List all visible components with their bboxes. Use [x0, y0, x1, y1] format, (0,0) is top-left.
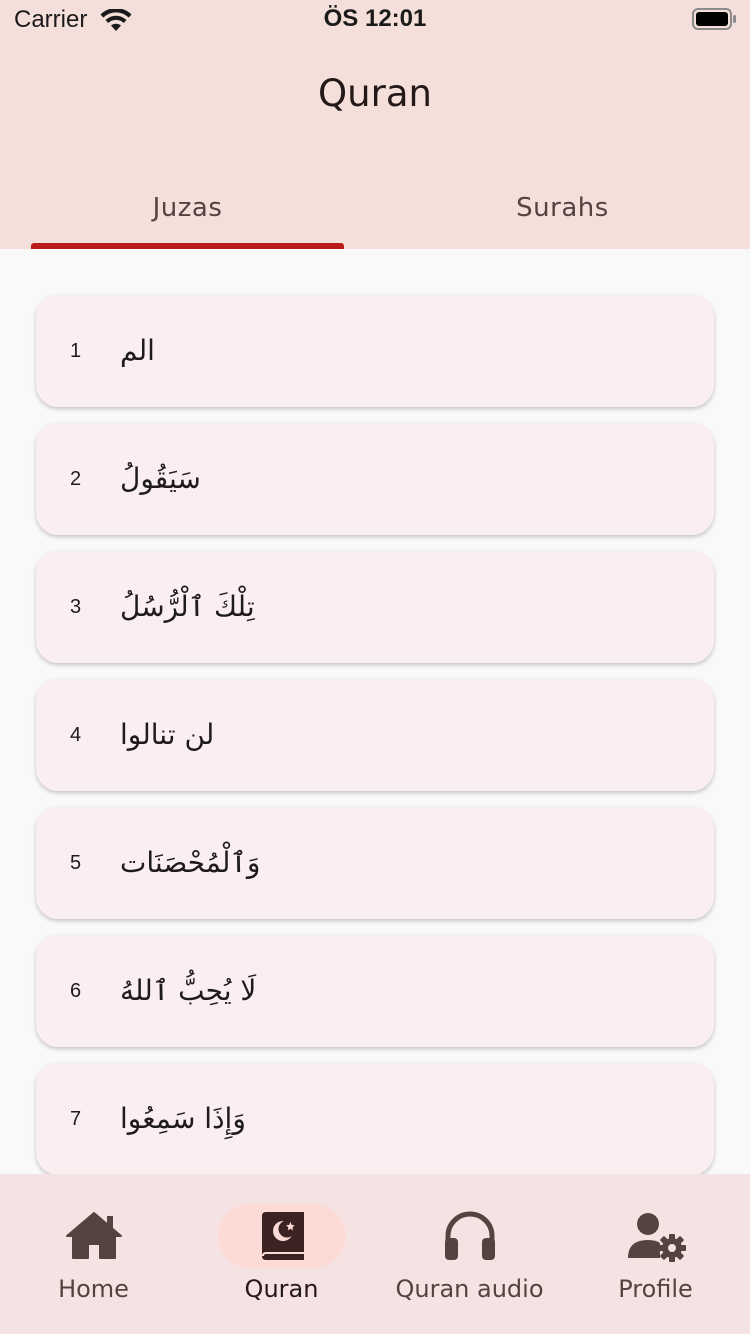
juz-number: 7: [70, 1108, 82, 1130]
nav-item-profile[interactable]: Profile: [562, 1174, 749, 1334]
juz-card-7[interactable]: 7 وَإِذَا سَمِعُوا: [36, 1063, 714, 1174]
juz-card-6[interactable]: 6 لَا يُحِبُّ ٱللهُ: [36, 935, 714, 1047]
juz-name: سَيَقُولُ: [120, 462, 201, 495]
juz-card-5[interactable]: 5 وَٱلْمُحْصَنَات: [36, 807, 714, 919]
juz-number: 4: [70, 724, 82, 746]
nav-item-home[interactable]: Home: [0, 1174, 187, 1334]
tab-bar: Juzas Surahs: [0, 175, 750, 249]
juz-name: لَا يُحِبُّ ٱللهُ: [120, 974, 257, 1007]
juz-card-4[interactable]: 4 لن تنالوا: [36, 679, 714, 791]
juz-number: 3: [70, 596, 82, 618]
juz-card-1[interactable]: 1 الم: [36, 295, 714, 407]
tab-juzas-label: Juzas: [152, 193, 223, 223]
juz-name: لن تنالوا: [120, 718, 215, 751]
juz-name: وَإِذَا سَمِعُوا: [120, 1102, 246, 1135]
headphones-icon: [445, 1211, 495, 1260]
juz-list[interactable]: 1 الم 2 سَيَقُولُ 3 تِلْكَ ٱلْرُّسُلُ 4 …: [0, 249, 750, 1174]
nav-item-quran-audio[interactable]: Quran audio: [376, 1174, 563, 1334]
juz-card-3[interactable]: 3 تِلْكَ ٱلْرُّسُلُ: [36, 551, 714, 663]
nav-label-profile: Profile: [618, 1275, 693, 1303]
juz-number: 1: [70, 340, 82, 362]
tab-surahs-label: Surahs: [516, 193, 609, 223]
juz-number: 5: [70, 852, 82, 874]
app-header: Quran Juzas Surahs: [0, 40, 750, 249]
battery-icon: [692, 8, 736, 30]
juz-name: تِلْكَ ٱلْرُّسُلُ: [120, 590, 255, 623]
juz-number: 6: [70, 980, 82, 1002]
page-title: Quran: [318, 72, 432, 115]
juz-card-2[interactable]: 2 سَيَقُولُ: [36, 423, 714, 535]
juz-name: وَٱلْمُحْصَنَات: [120, 846, 261, 879]
quran-book-icon: [262, 1212, 304, 1260]
tab-surahs[interactable]: Surahs: [375, 175, 750, 249]
juz-name: الم: [120, 334, 155, 367]
home-icon: [66, 1212, 122, 1259]
juz-number: 2: [70, 468, 82, 490]
clock-label: ÖS 12:01: [323, 5, 427, 32]
nav-item-quran[interactable]: Quran: [188, 1174, 375, 1334]
tab-juzas[interactable]: Juzas: [0, 175, 375, 249]
status-bar: Carrier ÖS 12:01: [0, 0, 750, 40]
bottom-navigation: Home Quran Quran audio Profile: [0, 1174, 750, 1334]
user-gear-icon: [628, 1213, 686, 1262]
